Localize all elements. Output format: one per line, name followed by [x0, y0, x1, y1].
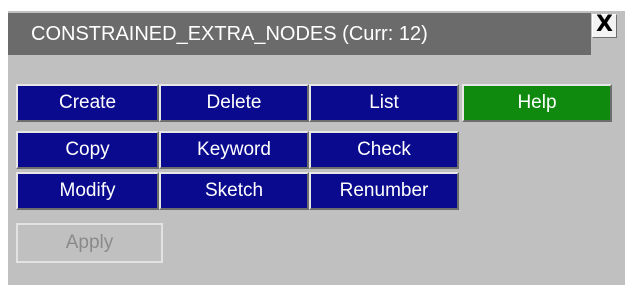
- copy-button[interactable]: Copy: [16, 131, 159, 169]
- list-button[interactable]: List: [309, 84, 459, 122]
- close-icon: X: [596, 12, 613, 37]
- sketch-button[interactable]: Sketch: [159, 172, 309, 210]
- window-title: CONSTRAINED_EXTRA_NODES (Curr: 12): [8, 13, 591, 55]
- modify-button[interactable]: Modify: [16, 172, 159, 210]
- check-button[interactable]: Check: [309, 131, 459, 169]
- keyword-button[interactable]: Keyword: [159, 131, 309, 169]
- apply-button[interactable]: Apply: [16, 223, 163, 263]
- help-button[interactable]: Help: [462, 84, 612, 122]
- delete-button[interactable]: Delete: [159, 84, 309, 122]
- close-button[interactable]: X: [592, 14, 617, 38]
- renumber-button[interactable]: Renumber: [309, 172, 459, 210]
- create-button[interactable]: Create: [16, 84, 159, 122]
